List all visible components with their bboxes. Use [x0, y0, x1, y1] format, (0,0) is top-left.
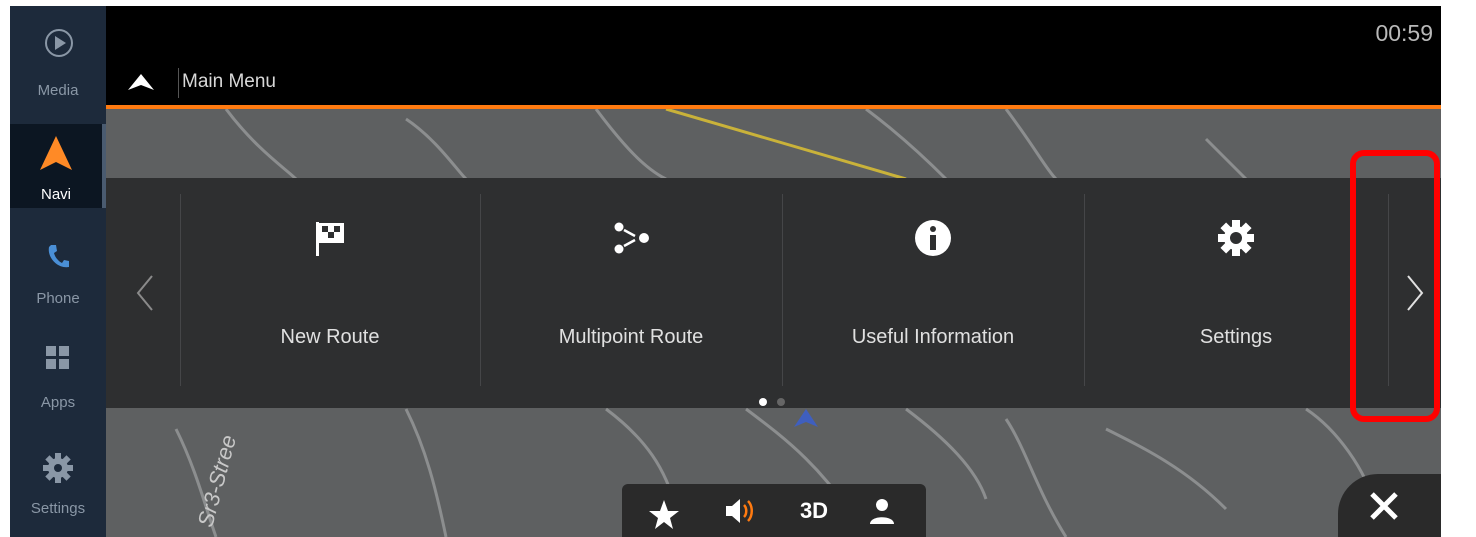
page-dot	[777, 398, 786, 406]
sidebar-item-label: Settings	[30, 500, 86, 517]
menu-item-new-route[interactable]: New Route	[180, 178, 480, 408]
sidebar-item-phone[interactable]: Phone	[10, 228, 106, 312]
previous-page-arrow-icon[interactable]	[124, 268, 164, 318]
info-icon	[915, 220, 951, 256]
multipoint-route-icon	[614, 222, 649, 254]
menu-item-settings[interactable]: Settings	[1084, 178, 1388, 408]
app-sidebar: Media Navi Phone Apps Settings	[10, 6, 106, 537]
sidebar-item-label: Apps	[40, 394, 76, 411]
menu-item-label: Settings	[1199, 326, 1273, 348]
gear-icon	[1218, 220, 1254, 256]
sidebar-item-media[interactable]: Media	[10, 6, 106, 116]
menu-item-multipoint-route[interactable]: Multipoint Route	[480, 178, 782, 408]
page-indicator	[756, 393, 788, 411]
north-arrow-icon[interactable]	[126, 72, 156, 92]
next-arrow-highlight-box	[1350, 150, 1440, 422]
header-separator	[178, 68, 179, 98]
sidebar-item-label: Phone	[36, 290, 80, 307]
star-icon[interactable]	[634, 484, 694, 537]
play-circle-icon	[45, 29, 73, 57]
menu-item-label: Multipoint Route	[558, 326, 704, 348]
phone-icon	[48, 245, 69, 268]
view-mode-3d-button[interactable]: 3D	[784, 484, 844, 537]
header-bar: Main Menu 00:59	[106, 6, 1441, 109]
navigation-arrow-icon	[40, 136, 72, 170]
page-dot-active	[759, 398, 767, 406]
close-button[interactable]	[1338, 474, 1441, 537]
menu-item-label: New Route	[280, 326, 380, 348]
navigation-screen: Media Navi Phone Apps Settings Main Menu…	[10, 6, 1441, 537]
sidebar-item-apps[interactable]: Apps	[10, 336, 106, 420]
clock: 00:59	[1375, 20, 1433, 46]
menu-item-useful-information[interactable]: Useful Information	[782, 178, 1084, 408]
apps-grid-icon	[46, 346, 69, 369]
volume-icon[interactable]	[708, 484, 768, 537]
street-label: Sr3-Stree	[193, 432, 242, 529]
main-menu-panel: New Route Multipoint Route Useful Inform…	[106, 178, 1441, 408]
checkered-flag-icon	[316, 222, 344, 256]
page-title: Main Menu	[182, 71, 276, 92]
sidebar-item-label: Media	[37, 82, 79, 99]
sidebar-item-navi[interactable]: Navi	[10, 124, 106, 208]
sidebar-item-label: Navi	[40, 186, 71, 203]
close-icon	[1370, 492, 1398, 520]
sidebar-item-settings[interactable]: Settings	[10, 442, 106, 532]
menu-item-label: Useful Information	[851, 326, 1015, 348]
person-icon[interactable]	[852, 484, 912, 537]
map-toolbar: 3D	[622, 484, 926, 537]
gear-icon	[43, 453, 73, 483]
